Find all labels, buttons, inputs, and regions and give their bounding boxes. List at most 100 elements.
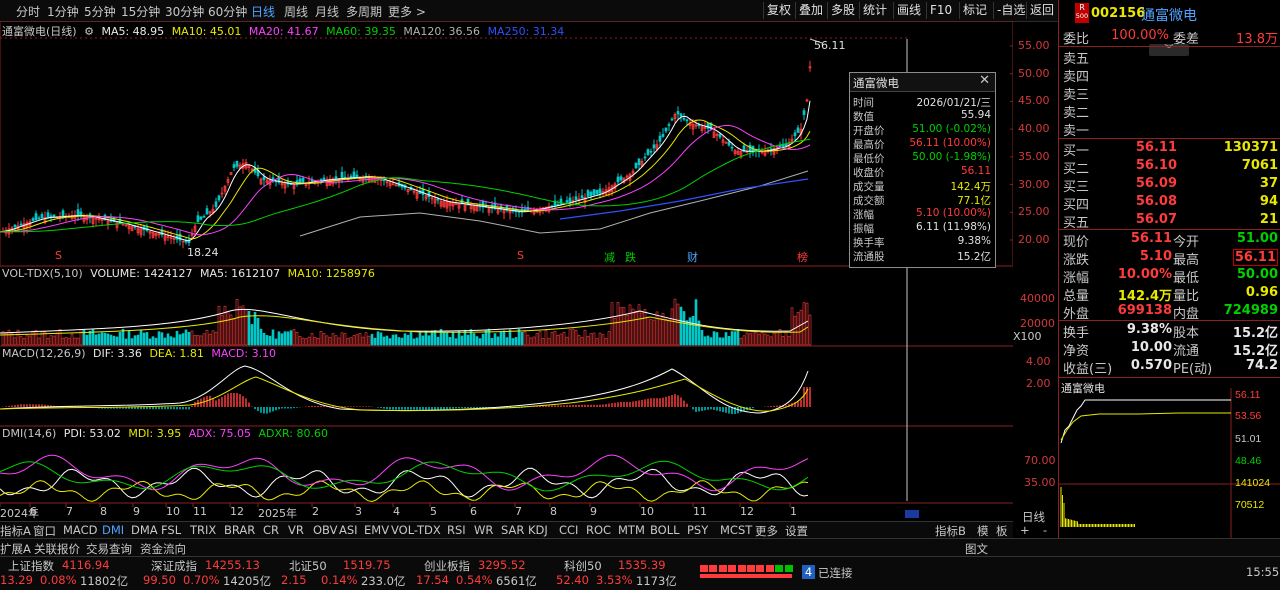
popup-row-key: 流通股 <box>853 251 885 263</box>
indicator-right-tab-1[interactable]: 模 <box>977 523 989 539</box>
index-name[interactable]: 深证成指 <box>151 558 197 574</box>
sub-tab-2[interactable]: 交易查询 <box>86 541 132 557</box>
candle-body <box>670 118 674 121</box>
sub-tab-3[interactable]: 资金流向 <box>140 541 186 557</box>
event-marker-4[interactable]: 财 <box>687 249 698 265</box>
close-icon[interactable]: ✕ <box>979 73 990 88</box>
candle-body <box>649 150 653 153</box>
indicator-tab-macd[interactable]: MACD <box>63 523 97 537</box>
indicator-tab-item[interactable]: 窗口 <box>33 523 56 539</box>
volume-bar <box>235 298 239 346</box>
indicator-tab-trix[interactable]: TRIX <box>190 523 216 537</box>
volume-bar <box>511 338 515 346</box>
kline-chart-area[interactable]: 通富微电(日线) ⚙ MA5: 48.95 MA10: 45.01 MA20: … <box>0 20 1056 520</box>
sub-tab-0[interactable]: 扩展A <box>0 541 31 557</box>
indicator-tab-a[interactable]: 指标A <box>0 523 31 539</box>
period-tab-6[interactable]: 日线 <box>251 3 275 20</box>
index-name[interactable]: 科创50 <box>564 558 602 574</box>
indicator-tab-mtm[interactable]: MTM <box>618 523 645 537</box>
event-marker-0[interactable]: S <box>55 249 62 262</box>
indicator-tab-item[interactable]: 设置 <box>785 523 808 539</box>
indicator-tab-rsi[interactable]: RSI <box>447 523 466 537</box>
indicator-tab-sar[interactable]: SAR <box>501 523 524 537</box>
sub-tab-1[interactable]: 关联报价 <box>34 541 80 557</box>
indicator-tab-item[interactable]: 更多 <box>755 523 778 539</box>
intraday-mini-chart[interactable]: 56.11 53.56 51.01 48.46 141024 70512 <box>1059 388 1280 538</box>
index-value: 3295.52 <box>478 558 526 572</box>
candle-body <box>37 217 41 220</box>
indicator-right-tab-0[interactable]: 指标B <box>935 523 966 539</box>
volume-bar <box>112 335 116 346</box>
volume-bar <box>730 331 734 346</box>
period-tab-2[interactable]: 5分钟 <box>84 3 116 20</box>
volume-bar <box>343 333 347 346</box>
period-tab-3[interactable]: 15分钟 <box>121 3 160 20</box>
indicator-tab-vr[interactable]: VR <box>288 523 304 537</box>
period-tab-9[interactable]: 多周期 <box>346 3 382 20</box>
buy-row: 买二 56.10 7061 <box>1063 158 1278 177</box>
indicator-tab-kdj[interactable]: KDJ <box>528 523 548 537</box>
event-marker-1[interactable]: S <box>517 249 524 262</box>
event-marker-2[interactable]: 减 <box>604 249 615 265</box>
toolbar-button-3[interactable]: 统计 <box>859 2 890 19</box>
period-tab-10[interactable]: 更多 > <box>388 3 426 20</box>
index-name[interactable]: 北证50 <box>289 558 327 574</box>
popup-row: 收盘价 56.11 <box>850 165 995 179</box>
candle-body <box>319 179 323 181</box>
popup-row-key: 成交量 <box>853 181 885 193</box>
toolbar-button-1[interactable]: 叠加 <box>795 2 826 19</box>
volume-bar <box>127 330 131 346</box>
event-marker-3[interactable]: 跌 <box>625 249 636 265</box>
indicator-tab-wr[interactable]: WR <box>474 523 493 537</box>
breadth-segment <box>756 565 765 572</box>
indicator-tab-mcst[interactable]: MCST <box>720 523 752 537</box>
toolbar-button-7[interactable]: -自选 <box>993 2 1028 19</box>
period-tab-5[interactable]: 60分钟 <box>208 3 247 20</box>
toolbar-button-6[interactable]: 标记 <box>959 2 990 19</box>
toolbar-button-0[interactable]: 复权 <box>763 2 794 19</box>
index-name[interactable]: 上证指数 <box>8 558 54 574</box>
volume-bar <box>493 333 497 346</box>
toolbar-button-8[interactable]: 返回 <box>1026 2 1057 19</box>
indicator-tab-roc[interactable]: ROC <box>586 523 611 537</box>
index-name[interactable]: 创业板指 <box>424 558 470 574</box>
indicator-tab-brar[interactable]: BRAR <box>224 523 255 537</box>
period-tab-7[interactable]: 周线 <box>284 3 308 20</box>
period-tab-1[interactable]: 1分钟 <box>47 3 79 20</box>
period-tab-4[interactable]: 30分钟 <box>165 3 204 20</box>
indicator-tab-psy[interactable]: PSY <box>687 523 708 537</box>
volume-bar <box>160 332 164 346</box>
volume-bar <box>421 335 425 346</box>
indicator-right-tab-2[interactable]: 板 <box>996 523 1008 539</box>
right-subtab-news[interactable]: 图文 <box>965 541 988 557</box>
stock-name[interactable]: 通富微电 <box>1141 5 1197 25</box>
indicator-tab-asi[interactable]: ASI <box>339 523 358 537</box>
popup-row: 流通股 15.2亿 <box>850 249 995 263</box>
indicator-tab-fsl[interactable]: FSL <box>161 523 181 537</box>
indicator-tab-cr[interactable]: CR <box>263 523 279 537</box>
volume-bar <box>181 333 185 346</box>
event-marker-5[interactable]: 榜 <box>797 249 808 265</box>
toolbar-button-2[interactable]: 多股 <box>827 2 858 19</box>
candle-body <box>214 201 218 208</box>
volume-bar <box>346 338 350 346</box>
indicator-tab-cci[interactable]: CCI <box>559 523 578 537</box>
period-tab-8[interactable]: 月线 <box>315 3 339 20</box>
toolbar-button-4[interactable]: 画线 <box>893 2 924 19</box>
indicator-right-tab-3[interactable]: + <box>1020 523 1030 537</box>
indicator-tab-obv[interactable]: OBV <box>313 523 337 537</box>
period-tab-0[interactable]: 分时 <box>16 3 40 20</box>
indicator-tab-vol-tdx[interactable]: VOL-TDX <box>391 523 441 537</box>
indicator-right-tab-4[interactable]: - <box>1043 523 1047 537</box>
indicator-tab-dmi[interactable]: DMI <box>102 523 124 537</box>
indicator-tab-boll[interactable]: BOLL <box>650 523 680 537</box>
indicator-tab-dma[interactable]: DMA <box>131 523 158 537</box>
right-subtab-daily[interactable]: 日线 <box>1022 509 1045 525</box>
toolbar-button-5[interactable]: F10 <box>926 2 955 19</box>
connection-status[interactable]: 已连接 <box>818 565 853 581</box>
volume-bar <box>70 333 74 346</box>
settings-icon[interactable]: ⚙ <box>84 25 94 38</box>
scroll-thumb[interactable] <box>905 510 919 518</box>
candle-body <box>79 211 83 216</box>
indicator-tab-emv[interactable]: EMV <box>364 523 389 537</box>
